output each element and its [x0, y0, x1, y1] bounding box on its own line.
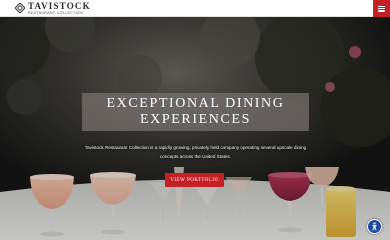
hero-description: Tavistock Restaurant Collection is a rap… — [84, 145, 307, 159]
hero-headline: EXCEPTIONAL DINING EXPERIENCES — [106, 96, 285, 127]
logo-name: TAVISTOCK — [28, 1, 91, 11]
site-header: TAVISTOCK RESTAURANT COLLECTION — [0, 0, 390, 17]
hamburger-menu-icon — [378, 5, 385, 12]
hero-section: EXCEPTIONAL DINING EXPERIENCES Tavistock… — [0, 17, 390, 240]
logo-mark-icon — [15, 3, 25, 13]
headline-box: EXCEPTIONAL DINING EXPERIENCES — [82, 93, 309, 131]
view-portfolio-button[interactable]: VIEW PORTFOLIO — [165, 173, 224, 187]
menu-button[interactable] — [373, 0, 390, 17]
accessibility-person-icon — [371, 222, 378, 231]
accessibility-button[interactable] — [367, 219, 382, 234]
logo-text: TAVISTOCK RESTAURANT COLLECTION — [28, 2, 91, 16]
logo[interactable]: TAVISTOCK RESTAURANT COLLECTION — [15, 2, 91, 16]
logo-subtitle: RESTAURANT COLLECTION — [28, 11, 84, 15]
